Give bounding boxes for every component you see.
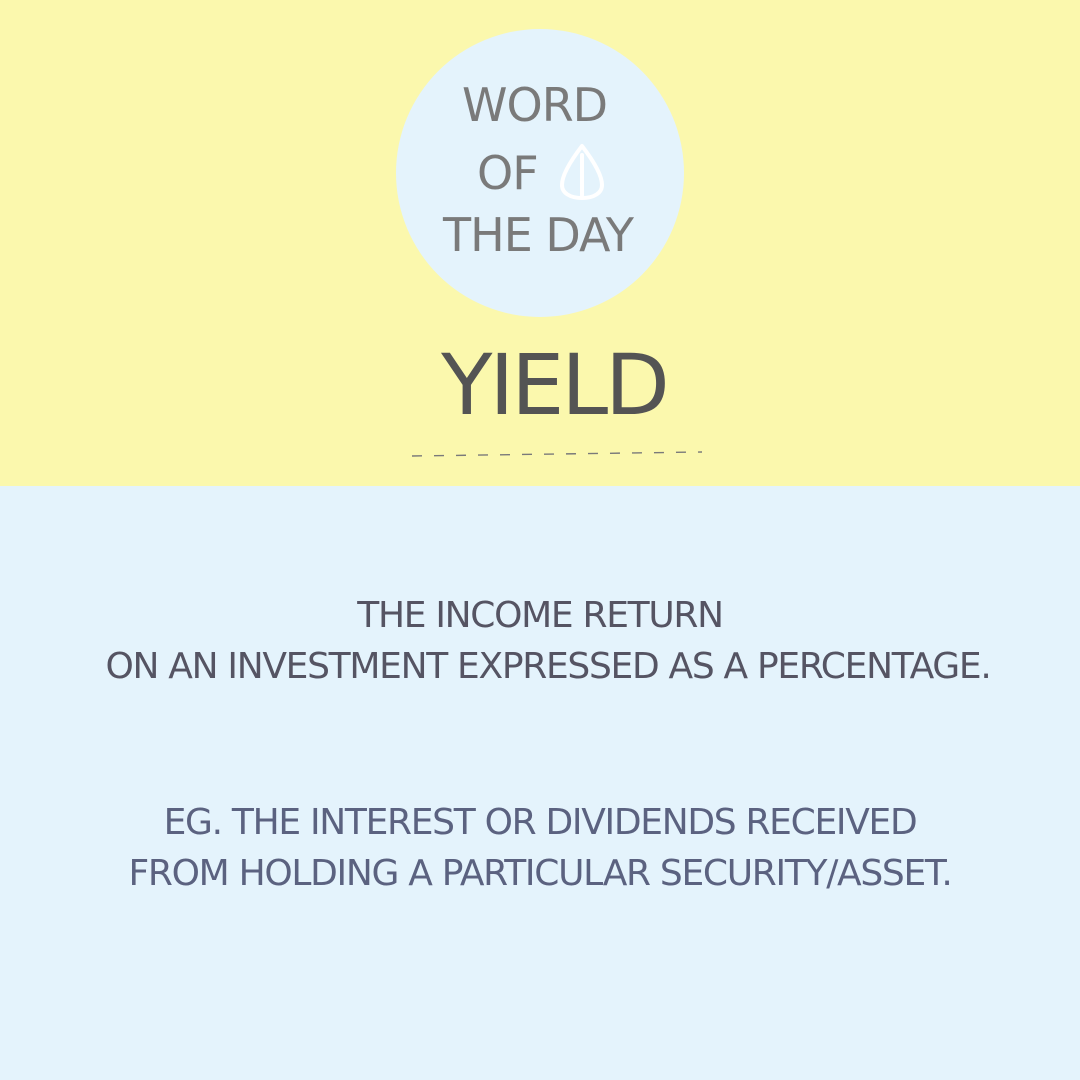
definition-line-1: THE INCOME RETURN: [357, 595, 724, 636]
word-of-the-day-card: WORD OF THE DAY YIELD THE INCOME RETURN …: [0, 0, 1080, 1080]
definition-section: [0, 486, 1080, 1080]
definition-line-2: ON AN INVESTMENT EXPRESSED AS A PERCENTA…: [105, 646, 992, 687]
word-of-the-day-badge: [396, 29, 684, 317]
badge-line-the-day: THE DAY: [443, 208, 634, 262]
example-line-2: FROM HOLDING A PARTICULAR SECURITY/ASSET…: [128, 853, 953, 894]
badge-line-of: OF: [477, 146, 539, 200]
leaf-drop-icon: [560, 144, 604, 200]
dashed-divider: [411, 451, 703, 457]
header-section: WORD OF THE DAY YIELD: [0, 0, 1080, 486]
term-title: YIELD: [441, 336, 670, 434]
badge-line-word: WORD: [462, 78, 608, 132]
example-line-1: EG. THE INTEREST OR DIVIDENDS RECEIVED: [163, 802, 918, 843]
